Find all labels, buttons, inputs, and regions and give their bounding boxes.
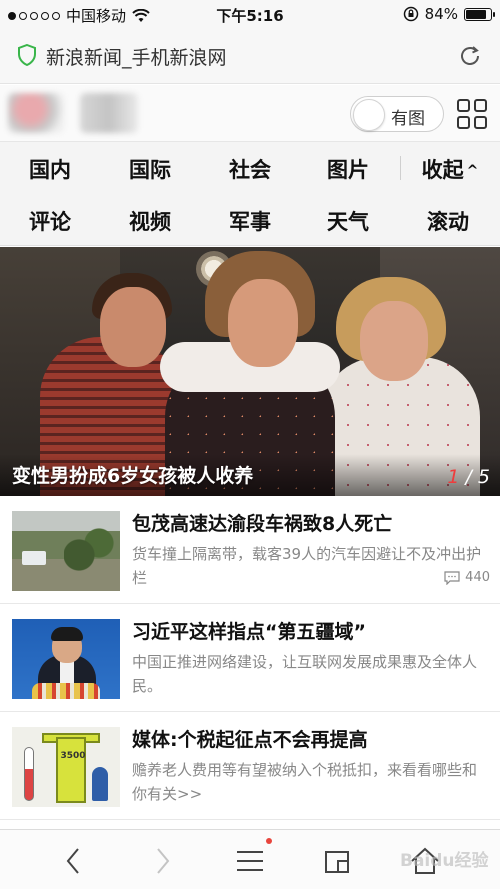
nav-item-society[interactable]: 社会 <box>200 154 300 184</box>
hero-photo <box>228 279 298 367</box>
list-item[interactable]: 包茂高速达渝段车祸致8人死亡 货车撞上隔离带，载客39人的汽车因避让不及冲出护栏… <box>0 496 500 604</box>
nav-item-comment[interactable]: 评论 <box>0 206 100 236</box>
nav-item-international[interactable]: 国际 <box>100 154 200 184</box>
toggle-knob <box>353 99 385 131</box>
watermark: Baidu经验 <box>400 851 489 871</box>
sina-logo[interactable] <box>8 93 64 133</box>
status-bar: 中国移动 下午5:16 84% <box>0 0 500 28</box>
image-mode-toggle[interactable]: 有图 <box>350 96 444 132</box>
news-logo[interactable] <box>80 93 138 133</box>
rotation-lock-icon <box>403 6 418 22</box>
news-headline[interactable]: 媒体:个税起征点不会再提高 <box>132 725 368 752</box>
chevron-right-icon <box>157 848 170 874</box>
chevron-up-icon: ^ <box>466 163 479 179</box>
back-button[interactable] <box>56 844 90 878</box>
battery-percent: 84% <box>424 5 458 23</box>
grid-menu-icon[interactable] <box>457 99 487 129</box>
nav-item-pictures[interactable]: 图片 <box>298 154 398 184</box>
hero-caption[interactable]: 变性男扮成6岁女孩被人收养 <box>12 461 253 488</box>
news-headline[interactable]: 包茂高速达渝段车祸致8人死亡 <box>132 509 392 536</box>
nav-collapse-button[interactable]: 收起 ^ <box>400 154 500 184</box>
forward-button[interactable] <box>146 844 180 878</box>
channel-nav: 国内 国际 社会 图片 收起 ^ 评论 视频 军事 天气 滚动 <box>0 142 500 246</box>
slide-total: 5 <box>477 466 490 488</box>
news-thumbnail <box>12 619 120 699</box>
tabs-icon <box>325 851 349 873</box>
comment-icon <box>444 570 460 585</box>
nav-item-domestic[interactable]: 国内 <box>0 154 100 184</box>
toggle-label: 有图 <box>391 109 425 129</box>
nav-collapse-label: 收起 <box>421 158 464 182</box>
news-headline[interactable]: 习近平这样指点“第五疆域” <box>132 617 366 644</box>
list-item[interactable]: 习近平这样指点“第五疆域” 中国正推进网络建设，让互联网发展成果惠及全体人民。 <box>0 604 500 712</box>
news-thumbnail <box>12 511 120 591</box>
tabs-button[interactable] <box>320 844 354 878</box>
comment-count[interactable]: 440 <box>444 570 490 585</box>
shield-icon <box>18 44 36 66</box>
brand-row: 有图 <box>0 85 500 142</box>
slide-separator: / <box>465 466 472 488</box>
nav-item-weather[interactable]: 天气 <box>298 206 398 236</box>
status-right: 84% <box>403 5 495 23</box>
nav-row-1: 国内 国际 社会 图片 收起 ^ <box>0 142 500 194</box>
page-title[interactable]: 新浪新闻_手机新浪网 <box>46 43 227 70</box>
nav-item-rolling[interactable]: 滚动 <box>398 206 498 236</box>
news-summary: 中国正推进网络建设，让互联网发展成果惠及全体人民。 <box>132 653 478 695</box>
news-summary: 货车撞上隔离带，载客39人的汽车因避让不及冲出护栏 <box>132 545 482 587</box>
list-item[interactable]: 3500 媒体:个税起征点不会再提高 赡养老人费用等有望被纳入个税抵扣，来看看哪… <box>0 712 500 820</box>
slide-current: 1 <box>447 466 460 488</box>
hero-carousel[interactable]: 变性男扮成6岁女孩被人收养 1 / 5 <box>0 247 500 496</box>
menu-icon <box>237 851 263 871</box>
slide-counter: 1 / 5 <box>447 466 490 488</box>
nav-item-video[interactable]: 视频 <box>100 206 200 236</box>
thumbnail-number: 3500 <box>60 751 86 761</box>
notification-dot <box>266 838 272 844</box>
address-bar[interactable]: 新浪新闻_手机新浪网 <box>0 28 500 84</box>
battery-icon <box>464 7 495 21</box>
chevron-left-icon <box>66 848 79 874</box>
comment-count-value: 440 <box>465 570 490 585</box>
reload-icon[interactable] <box>456 42 484 70</box>
nav-item-military[interactable]: 军事 <box>200 206 300 236</box>
menu-button[interactable] <box>233 844 267 878</box>
nav-row-2: 评论 视频 军事 天气 滚动 <box>0 194 500 246</box>
news-summary: 赡养老人费用等有望被纳入个税抵扣，来看看哪些和你有关>> <box>132 761 478 803</box>
news-thumbnail: 3500 <box>12 727 120 807</box>
